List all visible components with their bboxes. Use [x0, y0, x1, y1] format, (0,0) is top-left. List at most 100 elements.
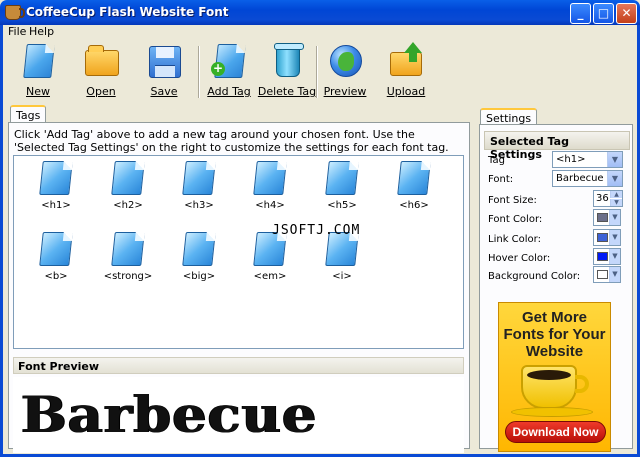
save-label: Save: [150, 85, 178, 98]
new-label: New: [26, 85, 50, 98]
upload-label: Upload: [386, 85, 426, 98]
tag-item-h4[interactable]: <h4>: [245, 161, 295, 221]
preview-label: Preview: [323, 85, 367, 98]
new-button[interactable]: New: [8, 42, 68, 100]
menu-help[interactable]: Help: [29, 25, 54, 38]
font-preview-sample: Barbecue: [21, 385, 318, 444]
stepper-up-icon[interactable]: ▲: [610, 191, 622, 198]
preview-button[interactable]: Preview: [315, 42, 375, 100]
tag-select[interactable]: <h1> ▼: [552, 151, 623, 168]
menu-file[interactable]: File: [8, 25, 26, 38]
tag-item-i[interactable]: <i>: [317, 232, 367, 292]
font-select[interactable]: Barbecue ▼: [552, 170, 623, 187]
upload-folder-icon: [390, 52, 422, 76]
maximize-button[interactable]: □: [593, 3, 614, 24]
tags-hint: Click 'Add Tag' above to add a new tag a…: [14, 128, 449, 154]
tag-item-label: <h6>: [399, 200, 429, 211]
document-icon: [325, 161, 359, 195]
document-icon: [111, 232, 145, 266]
selected-tag-settings-header: Selected Tag Settings: [484, 131, 630, 161]
trash-can-icon: [274, 43, 304, 77]
tag-item-big[interactable]: <big>: [174, 232, 224, 292]
stepper-down-icon[interactable]: ▼: [610, 199, 622, 206]
tag-item-label: <i>: [332, 271, 352, 282]
tag-item-label: <h2>: [113, 200, 143, 211]
font-size-stepper[interactable]: 36 ▲ ▼: [593, 190, 623, 207]
background-color-swatch: [597, 270, 608, 279]
tag-item-label: <h4>: [255, 200, 285, 211]
tab-tags[interactable]: Tags: [10, 105, 47, 123]
download-now-button[interactable]: Download Now: [505, 421, 606, 443]
tag-item-label: <em>: [253, 271, 287, 282]
font-size-label: Font Size:: [488, 195, 537, 206]
document-icon: [39, 161, 73, 195]
link-color-swatch: [597, 233, 608, 242]
saucer-icon: [511, 407, 593, 417]
ad-line-2: Fonts for Your: [503, 326, 606, 343]
font-color-swatch: [597, 213, 608, 222]
floppy-disk-icon: [149, 46, 181, 78]
delete-tag-label: Delete Tag: [257, 85, 317, 98]
settings-panel: Selected Tag Settings Tag <h1> ▼ Font: B…: [479, 124, 633, 452]
tag-item-label: <strong>: [103, 271, 153, 282]
tag-list[interactable]: <h1> <h2> <h3> <h4> <h5> <h6> <b> <stron…: [13, 155, 464, 349]
tag-item-b[interactable]: <b>: [31, 232, 81, 292]
font-preview-header: Font Preview: [13, 357, 464, 374]
tag-item-h2[interactable]: <h2>: [103, 161, 153, 221]
font-preview-area: Barbecue: [13, 377, 464, 453]
add-tag-label: Add Tag: [207, 85, 251, 98]
tag-select-value: <h1>: [556, 154, 586, 165]
document-icon: [182, 232, 216, 266]
chevron-down-icon[interactable]: ▼: [607, 171, 622, 186]
document-icon: [182, 161, 216, 195]
font-color-picker[interactable]: ▼: [593, 209, 621, 226]
open-label: Open: [86, 85, 116, 98]
window-title: CoffeeCup Flash Website Font: [26, 5, 229, 19]
tag-item-label: <b>: [44, 271, 68, 282]
tag-item-strong[interactable]: <strong>: [103, 232, 153, 292]
font-label: Font:: [488, 174, 514, 185]
title-bar: CoffeeCup Flash Website Font _ □ ✕: [0, 0, 640, 25]
delete-tag-button[interactable]: Delete Tag: [257, 42, 317, 100]
chevron-down-icon[interactable]: ▼: [607, 152, 622, 167]
tag-item-em[interactable]: <em>: [245, 232, 295, 292]
link-color-label: Link Color:: [488, 234, 541, 245]
ad-line-1: Get More: [521, 309, 587, 326]
get-more-fonts-ad[interactable]: Get More Fonts for Your Website Download…: [498, 302, 611, 452]
chevron-down-icon[interactable]: ▼: [609, 267, 620, 282]
chevron-down-icon[interactable]: ▼: [609, 210, 620, 225]
upload-button[interactable]: Upload: [376, 42, 436, 100]
tags-panel: Click 'Add Tag' above to add a new tag a…: [8, 122, 470, 453]
font-select-value: Barbecue: [556, 173, 604, 184]
tag-item-label: <h5>: [327, 200, 357, 211]
hover-color-picker[interactable]: ▼: [593, 248, 621, 265]
plus-icon: +: [211, 61, 225, 76]
tag-item-label: <h1>: [41, 200, 71, 211]
tag-item-label: <big>: [182, 271, 216, 282]
add-tag-button[interactable]: + Add Tag: [199, 42, 259, 100]
minimize-button[interactable]: _: [570, 3, 591, 24]
coffee-cup-icon: [521, 365, 577, 409]
tag-label: Tag: [488, 155, 505, 166]
tag-item-h1[interactable]: <h1>: [31, 161, 81, 221]
font-size-value: 36: [596, 193, 609, 204]
document-icon: [111, 161, 145, 195]
coffee-cup-icon: [5, 5, 25, 20]
document-icon: [39, 232, 73, 266]
background-color-picker[interactable]: ▼: [593, 266, 621, 283]
tag-item-h6[interactable]: <h6>: [389, 161, 439, 221]
hover-color-swatch: [597, 252, 608, 261]
tag-item-h3[interactable]: <h3>: [174, 161, 224, 221]
globe-icon: [330, 45, 362, 77]
chevron-down-icon[interactable]: ▼: [609, 230, 620, 245]
toolbar: New Open Save + Add Tag Delete Tag Previ…: [3, 40, 637, 102]
tag-item-h5[interactable]: <h5>: [317, 161, 367, 221]
close-button[interactable]: ✕: [616, 3, 637, 24]
folder-icon: [85, 45, 119, 76]
hover-color-label: Hover Color:: [488, 253, 551, 264]
link-color-picker[interactable]: ▼: [593, 229, 621, 246]
new-document-icon: [23, 44, 55, 78]
open-button[interactable]: Open: [71, 42, 131, 100]
chevron-down-icon[interactable]: ▼: [609, 249, 620, 264]
save-button[interactable]: Save: [134, 42, 194, 100]
